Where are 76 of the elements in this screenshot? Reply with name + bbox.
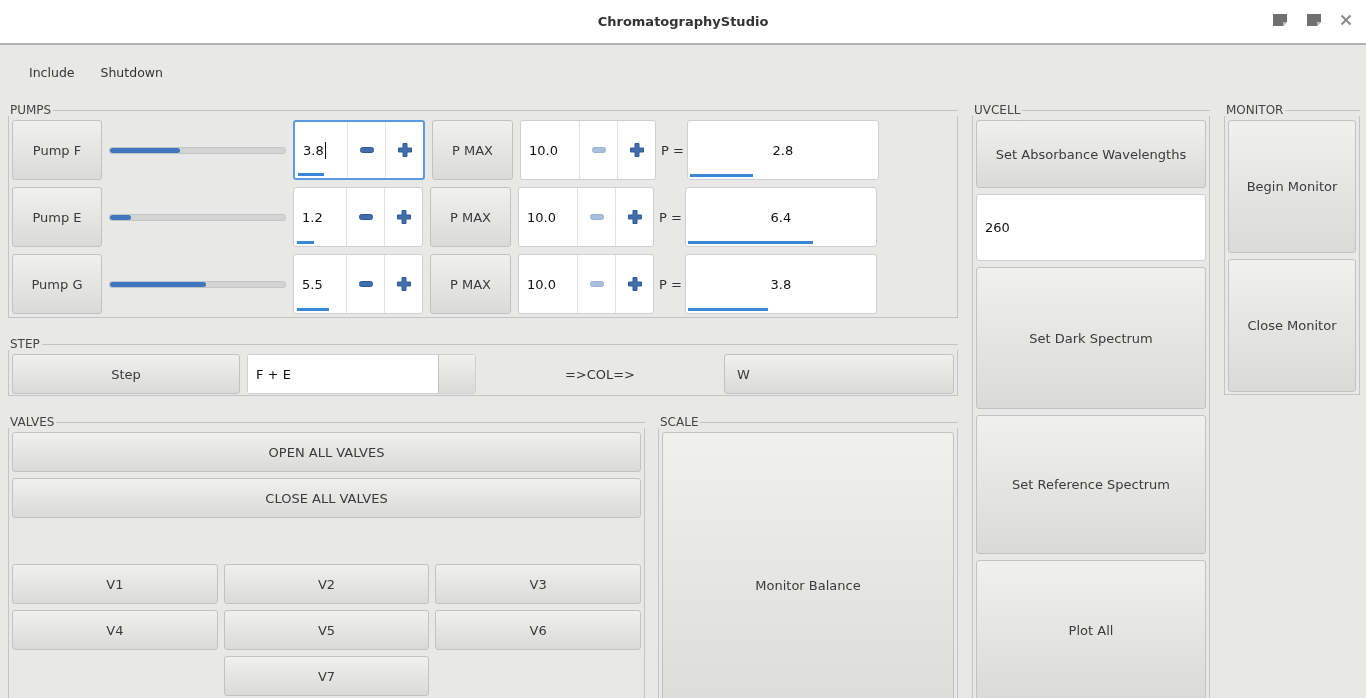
minus-icon <box>589 281 604 287</box>
plus-icon <box>397 143 412 157</box>
number-spinner[interactable]: 10.0 <box>518 254 654 314</box>
valve-button[interactable]: V3 <box>435 564 641 604</box>
uvcell-button[interactable]: Set Dark Spectrum <box>976 267 1206 409</box>
minus-icon <box>589 214 604 220</box>
window-icon <box>1272 13 1288 27</box>
number-spinner[interactable]: 10.0 <box>518 187 654 247</box>
uvcell-button[interactable]: Set Absorbance Wavelengths <box>976 120 1206 188</box>
group-title: VALVES <box>10 416 56 428</box>
valve-button[interactable]: V1 <box>12 564 218 604</box>
valve-button[interactable]: V5 <box>223 610 430 650</box>
minus-icon <box>359 147 374 153</box>
pressure-label: P = <box>659 276 682 292</box>
menu-item[interactable]: Include <box>16 65 88 80</box>
pressure-field: 3.8 <box>684 254 877 314</box>
pump-button[interactable]: Pump E <box>12 187 102 247</box>
minus-icon <box>358 214 373 220</box>
monitor-button[interactable]: Close Monitor <box>1228 259 1356 392</box>
plus-icon <box>396 210 411 224</box>
plus-icon <box>396 277 411 291</box>
plus-icon <box>629 143 644 157</box>
window-icon <box>1306 13 1322 27</box>
pmax-value: 10.0 <box>529 142 558 158</box>
pump-button[interactable]: Pump F <box>12 120 102 180</box>
pmax-value: 10.0 <box>527 276 556 292</box>
valve-button[interactable]: V2 <box>223 564 430 604</box>
group-title: PUMPS <box>10 104 53 116</box>
open-valves-button[interactable]: OPEN ALL VALVES <box>12 432 641 472</box>
text-cursor <box>324 141 326 159</box>
plus-icon <box>627 277 642 291</box>
close-button[interactable] <box>1340 14 1352 26</box>
pmax-button[interactable]: P MAX <box>430 187 511 247</box>
number-spinner[interactable]: 3.8 <box>293 120 425 180</box>
group-title: STEP <box>10 338 41 350</box>
valve-button[interactable]: V4 <box>12 610 218 650</box>
minus-icon <box>358 281 373 287</box>
uvcell-button[interactable]: Plot All <box>976 560 1206 698</box>
group-title: SCALE <box>660 416 700 428</box>
pressure-label: P = <box>659 209 682 225</box>
target-button[interactable]: W <box>723 354 954 394</box>
maximize-button[interactable] <box>1306 13 1322 27</box>
group-title: UVCELL <box>974 104 1022 116</box>
flow-value: 5.5 <box>302 276 323 292</box>
pressure-label: P = <box>661 142 684 158</box>
minus-icon <box>591 147 606 153</box>
pmax-button[interactable]: P MAX <box>430 254 511 314</box>
slider[interactable] <box>109 280 286 288</box>
number-spinner[interactable]: 5.5 <box>293 254 423 314</box>
number-spinner[interactable]: 1.2 <box>293 187 423 247</box>
minimize-button[interactable] <box>1272 13 1288 27</box>
flow-value: 1.2 <box>302 209 323 225</box>
valve-button[interactable]: V7 <box>223 656 430 696</box>
pmax-value: 10.0 <box>527 209 556 225</box>
step-combo[interactable]: F + E <box>247 354 476 394</box>
number-spinner[interactable]: 10.0 <box>520 120 656 180</box>
valve-button[interactable]: V6 <box>435 610 641 650</box>
pmax-button[interactable]: P MAX <box>432 120 513 180</box>
pressure-field: 6.4 <box>684 187 877 247</box>
menu-item[interactable]: Shutdown <box>87 65 176 80</box>
step-button[interactable]: Step <box>12 354 240 394</box>
flow-value: 3.8 <box>303 142 324 158</box>
window-title: ChromatographyStudio <box>597 14 769 29</box>
slider[interactable] <box>109 146 286 154</box>
monitor-button[interactable]: Begin Monitor <box>1228 120 1356 253</box>
close-valves-button[interactable]: CLOSE ALL VALVES <box>12 478 641 518</box>
column-label: =>COL=> <box>563 366 636 382</box>
group-title: MONITOR <box>1226 104 1285 116</box>
slider[interactable] <box>109 213 286 221</box>
monitor-balance-button[interactable]: Monitor Balance <box>662 432 954 698</box>
plus-icon <box>627 210 642 224</box>
pressure-field: 2.8 <box>686 120 879 180</box>
pump-button[interactable]: Pump G <box>12 254 102 314</box>
close-icon <box>1340 14 1352 26</box>
wavelength-field[interactable]: 260 <box>976 194 1206 261</box>
uvcell-button[interactable]: Set Reference Spectrum <box>976 415 1206 554</box>
